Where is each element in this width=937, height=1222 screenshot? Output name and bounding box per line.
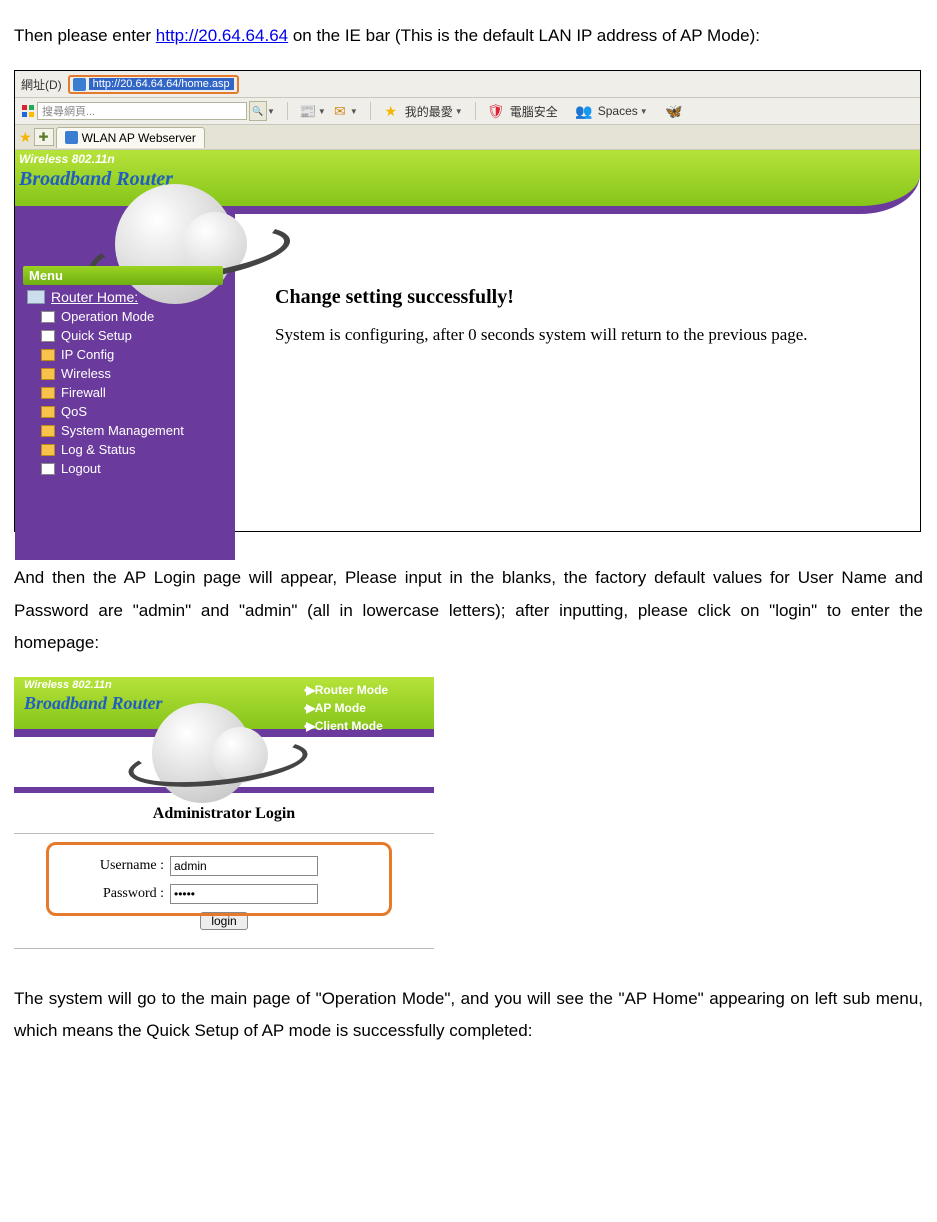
address-bar[interactable]: http://20.64.64.64/home.asp — [89, 78, 234, 90]
folder-icon — [41, 349, 55, 361]
add-tab-button[interactable]: ✚ — [34, 128, 54, 146]
password-label: Password : — [76, 886, 164, 902]
screenshot-login: Wireless 802.11n Broadband Router Router… — [14, 677, 434, 949]
menu-item-wireless[interactable]: Wireless — [23, 364, 223, 383]
login-banner: Wireless 802.11n Broadband Router Router… — [14, 677, 434, 793]
search-provider-icon[interactable] — [21, 104, 35, 118]
search-go-button[interactable]: 🔍 — [249, 101, 267, 121]
favorites-star-icon[interactable]: ★ — [19, 129, 32, 146]
menu-item-operation-mode[interactable]: Operation Mode — [23, 307, 223, 326]
password-input[interactable] — [170, 884, 318, 904]
menu-item-qos[interactable]: QoS — [23, 402, 223, 421]
computer-icon — [27, 290, 45, 304]
address-label: 網址(D) — [15, 76, 68, 93]
mid-paragraph: And then the AP Login page will appear, … — [14, 562, 923, 659]
folder-icon — [41, 406, 55, 418]
file-icon — [41, 463, 55, 475]
menu-item-label: IP Config — [61, 347, 114, 362]
menu-item-quick-setup[interactable]: Quick Setup — [23, 326, 223, 345]
menu-header-label: Menu — [29, 268, 63, 283]
menu-root-label: Router Home: — [51, 289, 138, 305]
menu-item-system-management[interactable]: System Management — [23, 421, 223, 440]
menu-item-label: Operation Mode — [61, 309, 154, 324]
folder-icon — [41, 387, 55, 399]
credentials-highlight-box — [46, 842, 392, 916]
content-area: Change setting successfully! System is c… — [275, 286, 910, 345]
intro-text-after: on the IE bar (This is the default LAN I… — [293, 26, 760, 45]
spaces-icon[interactable]: 👥 — [574, 101, 594, 121]
logo-graphic — [134, 699, 304, 789]
intro-text-before: Then please enter — [14, 26, 156, 45]
username-input[interactable] — [170, 856, 318, 876]
login-form: Username : Password : login — [14, 833, 434, 938]
menu-item-ip-config[interactable]: IP Config — [23, 345, 223, 364]
username-row: Username : — [76, 856, 434, 876]
tab-page-icon — [65, 131, 78, 144]
success-heading: Change setting successfully! — [275, 286, 910, 309]
ip-url-link[interactable]: http://20.64.64.64 — [156, 26, 288, 45]
dropdown-icon[interactable]: ▼ — [455, 107, 463, 116]
tab-title: WLAN AP Webserver — [82, 131, 196, 145]
sidebar-menu: Menu Router Home: Operation Mode Quick S… — [23, 266, 223, 478]
intro-paragraph: Then please enter http://20.64.64.64 on … — [14, 20, 923, 52]
page-icon — [73, 78, 86, 91]
menu-item-label: System Management — [61, 423, 184, 438]
wireless-label: Wireless 802.11n — [24, 679, 112, 691]
mode-list: Router Mode AP Mode Client Mode — [304, 681, 388, 735]
search-input[interactable]: 搜尋網頁... — [37, 102, 247, 120]
router-banner: Wireless 802.11n Broadband Router — [15, 150, 920, 280]
folder-icon — [41, 425, 55, 437]
mode-router[interactable]: Router Mode — [304, 681, 388, 699]
success-body: System is configuring, after 0 seconds s… — [275, 325, 910, 345]
login-heading: Administrator Login — [14, 793, 434, 833]
menu-item-label: Wireless — [61, 366, 111, 381]
menu-item-firewall[interactable]: Firewall — [23, 383, 223, 402]
toolbar-separator — [287, 102, 288, 120]
mail-icon[interactable]: ✉ — [330, 101, 350, 121]
divider — [14, 948, 434, 949]
address-highlight-box: http://20.64.64.64/home.asp — [68, 75, 239, 94]
ie-tab-row: ★ ✚ WLAN AP Webserver — [15, 125, 920, 150]
toolbar-separator — [475, 102, 476, 120]
folder-icon — [41, 444, 55, 456]
menu-item-label: Log & Status — [61, 442, 135, 457]
final-paragraph: The system will go to the main page of "… — [14, 983, 923, 1048]
menu-item-label: Logout — [61, 461, 101, 476]
favorites-label[interactable]: 我的最愛 — [405, 103, 453, 120]
file-icon — [41, 311, 55, 323]
password-row: Password : — [76, 884, 434, 904]
star-icon[interactable]: ★ — [381, 101, 401, 121]
username-label: Username : — [76, 858, 164, 874]
menu-root[interactable]: Router Home: — [23, 285, 223, 307]
spaces-label[interactable]: Spaces — [598, 104, 638, 118]
file-icon — [41, 330, 55, 342]
screenshot-router-config: 網址(D) http://20.64.64.64/home.asp 搜尋網頁..… — [14, 70, 921, 532]
search-dropdown-icon[interactable]: ▼ — [267, 107, 275, 116]
ie-toolbar-row: 搜尋網頁... 🔍 ▼ 📰 ▼ ✉ ▼ ★ 我的最愛 ▼ 🛡 電腦安全 👥 Sp… — [15, 98, 920, 125]
msn-icon[interactable]: 🦋 — [664, 101, 684, 121]
ie-address-row: 網址(D) http://20.64.64.64/home.asp — [15, 71, 920, 98]
menu-item-label: QoS — [61, 404, 87, 419]
router-main: Menu Router Home: Operation Mode Quick S… — [15, 266, 920, 531]
menu-item-label: Firewall — [61, 385, 106, 400]
browser-tab[interactable]: WLAN AP Webserver — [56, 127, 205, 148]
security-label[interactable]: 電腦安全 — [510, 103, 558, 120]
menu-item-log-status[interactable]: Log & Status — [23, 440, 223, 459]
mode-client[interactable]: Client Mode — [304, 717, 388, 735]
shield-icon[interactable]: 🛡 — [486, 101, 506, 121]
toolbar-separator — [370, 102, 371, 120]
mode-ap[interactable]: AP Mode — [304, 699, 388, 717]
menu-header: Menu — [23, 266, 223, 285]
wireless-label: Wireless 802.11n — [19, 152, 115, 166]
menu-item-label: Quick Setup — [61, 328, 132, 343]
news-icon[interactable]: 📰 — [298, 101, 318, 121]
menu-item-logout[interactable]: Logout — [23, 459, 223, 478]
dropdown-icon[interactable]: ▼ — [640, 107, 648, 116]
dropdown-icon[interactable]: ▼ — [350, 107, 358, 116]
dropdown-icon[interactable]: ▼ — [318, 107, 326, 116]
folder-icon — [41, 368, 55, 380]
